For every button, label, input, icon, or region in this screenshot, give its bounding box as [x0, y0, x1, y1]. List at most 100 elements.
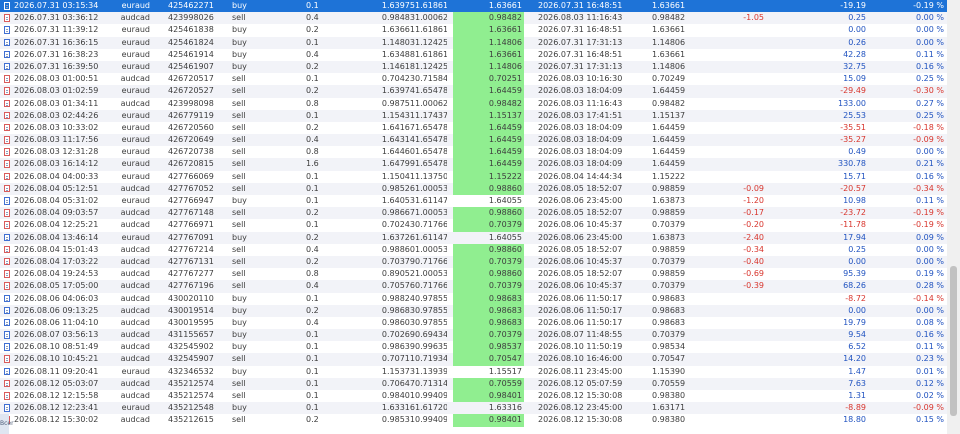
document-icon: [4, 318, 10, 327]
volume-cell: 0.1: [306, 403, 319, 413]
commission-cell: [660, 24, 764, 36]
ticket-cell: 427767148: [168, 208, 214, 218]
close-time-cell: 2026.08.03 11:16:43: [538, 13, 623, 23]
table-row[interactable]: 2026.08.07 03:56:13 audcad 431155657 buy 0.1…: [0, 329, 947, 342]
type-cell: buy: [232, 317, 247, 327]
deal-document-icon: [2, 98, 14, 110]
profit-percent-cell: -0.18 %: [913, 122, 944, 132]
deal-document-icon: [2, 341, 14, 353]
table-row[interactable]: 2026.08.03 12:31:28 euraud 426720738 sell 0.…: [0, 146, 947, 159]
table-row[interactable]: 2026.08.04 12:25:21 audcad 427766971 sell 0.…: [0, 219, 947, 232]
type-cell: buy: [232, 403, 247, 413]
commission-cell: [660, 171, 764, 183]
deal-document-icon: [2, 195, 14, 207]
type-cell: sell: [232, 220, 246, 230]
volume-cell: 0.4: [306, 281, 319, 291]
table-row[interactable]: 2026.08.03 02:44:26 euraud 426779119 sell 0.…: [0, 109, 947, 122]
document-icon: [4, 209, 10, 217]
stop-loss-cell: 1.13939: [415, 366, 447, 376]
ticket-cell: 425462271: [168, 1, 214, 10]
table-row[interactable]: 2026.08.03 01:00:51 audcad 426720517 sell 0.…: [0, 73, 947, 86]
deal-document-icon: [2, 207, 14, 219]
document-icon: [4, 2, 10, 10]
commission-cell: -0.39: [743, 281, 764, 291]
symbol-cell: audcad: [120, 354, 150, 364]
table-row[interactable]: 2026.08.04 05:31:02 euraud 427766947 buy 0.1…: [0, 195, 947, 207]
table-row[interactable]: 2026.08.03 11:17:56 euraud 426720649 sell 0.…: [0, 134, 947, 147]
table-row[interactable]: 2026.08.10 10:45:21 audcad 432545907 sell 0.…: [0, 353, 947, 366]
open-price-cell: 0.70711: [381, 354, 415, 364]
open-price-cell: 1.14803: [381, 37, 415, 47]
table-row[interactable]: 2026.08.04 17:03:22 audcad 427767131 sell 0.…: [0, 255, 947, 269]
table-row[interactable]: 2026.08.03 01:02:59 euraud 426720527 sell 0.…: [0, 85, 947, 98]
table-row[interactable]: 2026.07.31 16:36:15 euraud 425461824 buy 0.1…: [0, 36, 947, 49]
open-price-cell: 0.70379: [381, 256, 415, 266]
vertical-scrollbar[interactable]: [947, 0, 960, 434]
profit-percent-cell: -0.19 %: [913, 208, 944, 218]
close-time-cell: 2026.08.03 10:16:30: [538, 74, 623, 84]
symbol-cell: euraud: [121, 403, 150, 413]
table-row[interactable]: 2026.08.12 12:15:58 audcad 435212574 sell 0.…: [0, 390, 947, 403]
type-cell: sell: [232, 74, 246, 84]
table-row[interactable]: 2026.08.04 05:12:51 audcad 427767052 sell 0.…: [0, 182, 947, 195]
symbol-cell: euraud: [121, 25, 150, 35]
side-tab-label[interactable]: Bcer: [0, 414, 14, 434]
scrollbar-thumb[interactable]: [950, 266, 957, 416]
stop-loss-cell: 1.65478: [415, 122, 447, 132]
close-time-cell: 2026.07.31 16:48:51: [538, 49, 623, 59]
profit-percent-cell: -0.34 %: [913, 183, 944, 193]
type-cell: sell: [232, 281, 246, 291]
profit-cell: -11.78: [840, 220, 866, 230]
profit-cell: 330.78: [838, 159, 866, 169]
symbol-cell: audcad: [120, 305, 150, 315]
close-time-cell: 2026.08.06 10:45:37: [538, 256, 623, 266]
table-row[interactable]: 2026.07.31 11:39:12 euraud 425461838 buy 0.2…: [0, 24, 947, 37]
stop-loss-cell: 1.12425: [415, 37, 447, 47]
type-cell: sell: [232, 269, 246, 279]
table-row[interactable]: 2026.08.03 16:14:12 euraud 426720815 sell 1.…: [0, 158, 947, 171]
table-row[interactable]: 2026.08.04 13:46:14 euraud 427767091 buy 0.2…: [0, 231, 947, 244]
profit-cell: 6.52: [848, 342, 866, 352]
ticket-cell: 425461907: [168, 61, 214, 71]
table-row[interactable]: 2026.08.05 17:05:00 audcad 427767196 sell 0.…: [0, 280, 947, 293]
take-profit-cell: 1.14806: [453, 60, 524, 74]
volume-cell: 0.1: [306, 220, 319, 230]
deal-document-icon: [2, 268, 14, 280]
table-row[interactable]: 2026.08.12 12:23:41 euraud 435212548 buy 0.1…: [0, 402, 947, 415]
volume-cell: 0.1: [306, 391, 319, 400]
table-row[interactable]: 2026.08.11 09:20:41 euraud 432346532 buy 0.1…: [0, 366, 947, 378]
stop-loss-cell: 0.71766: [415, 220, 447, 230]
profit-percent-cell: 0.00 %: [916, 25, 944, 35]
open-price-cell: 0.98526: [381, 183, 415, 193]
table-row[interactable]: 2026.08.04 09:03:57 audcad 427767148 sell 0.…: [0, 207, 947, 220]
close-time-cell: 2026.08.03 18:04:09: [538, 147, 623, 157]
table-row[interactable]: 2026.08.06 11:04:10 audcad 430019595 buy 0.4…: [0, 316, 947, 330]
volume-cell: 0.4: [306, 13, 319, 23]
table-row[interactable]: 2026.08.04 19:24:53 audcad 427767277 sell 0.…: [0, 268, 947, 281]
profit-percent-cell: 0.00 %: [916, 256, 944, 266]
table-row[interactable]: 2026.08.03 01:34:11 audcad 423998098 sell 0.…: [0, 97, 947, 110]
table-row[interactable]: 2026.07.31 16:39:50 euraud 425461907 buy 0.2…: [0, 60, 947, 74]
symbol-cell: audcad: [120, 220, 150, 230]
table-row[interactable]: 2026.07.31 03:36:12 audcad 423998026 sell 0.…: [0, 12, 947, 25]
table-row[interactable]: 2026.08.04 04:00:33 euraud 427766069 sell 0.…: [0, 170, 947, 183]
table-row[interactable]: 2026.08.06 09:13:25 audcad 430019514 buy 0.2…: [0, 304, 947, 317]
take-profit-cell: 0.98860: [453, 268, 524, 281]
table-row[interactable]: 2026.07.31 16:38:23 euraud 425461914 buy 0.4…: [0, 48, 947, 61]
table-row[interactable]: 2026.08.12 15:30:02 audcad 435212615 sell 0.…: [0, 414, 947, 427]
table-row[interactable]: 2026.08.10 08:51:49 audcad 432545902 buy 0.1…: [0, 341, 947, 354]
table-row[interactable]: 2026.07.31 03:15:34 euraud 425462271 buy 0.1…: [0, 0, 947, 13]
take-profit-cell: 1.63661: [488, 1, 522, 10]
volume-cell: 0.1: [306, 378, 319, 388]
profit-percent-cell: -0.09 %: [913, 135, 944, 145]
table-row[interactable]: 2026.08.04 15:01:43 audcad 427767214 sell 0.…: [0, 243, 947, 256]
deal-document-icon: [2, 146, 14, 158]
symbol-cell: audcad: [120, 269, 150, 279]
take-profit-cell: 0.98401: [453, 414, 524, 427]
document-icon: [4, 172, 10, 181]
volume-cell: 0.1: [306, 110, 319, 120]
table-row[interactable]: 2026.08.03 10:33:02 euraud 426720560 sell 0.…: [0, 121, 947, 135]
table-row[interactable]: 2026.08.06 04:06:03 audcad 430020110 buy 0.1…: [0, 292, 947, 305]
table-row[interactable]: 2026.08.12 05:03:07 audcad 435212574 sell 0.…: [0, 377, 947, 390]
take-profit-cell: 0.98683: [453, 292, 524, 305]
